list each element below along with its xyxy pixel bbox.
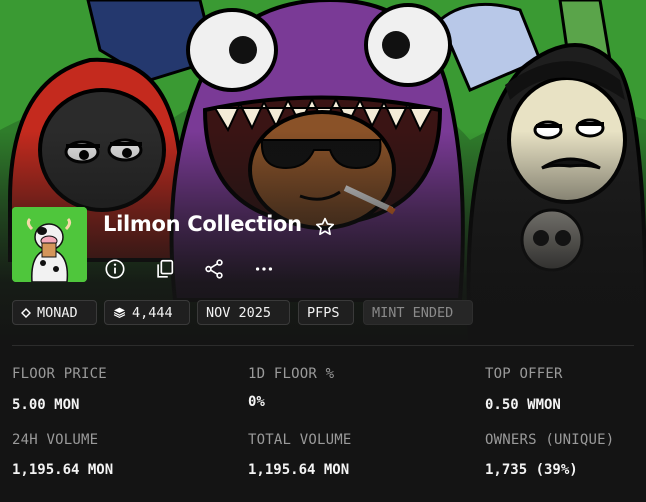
collection-avatar bbox=[12, 207, 87, 282]
supply-tag-label: 4,444 bbox=[132, 304, 173, 321]
more-options-button[interactable] bbox=[251, 256, 277, 282]
chain-tag[interactable]: MONAD bbox=[12, 300, 97, 325]
volume-24h-label: 24H VOLUME bbox=[12, 432, 99, 448]
owners-value: 1,735 (39%) bbox=[485, 462, 578, 478]
owners-label: OWNERS (UNIQUE) bbox=[485, 432, 615, 448]
share-icon bbox=[205, 259, 223, 279]
floor-price-value: 5.00 MON bbox=[12, 397, 80, 413]
top-offer-label: TOP OFFER bbox=[485, 366, 563, 382]
info-button[interactable] bbox=[102, 256, 128, 282]
supply-tag: 4,444 bbox=[104, 300, 190, 325]
floor-change-label: 1D FLOOR % bbox=[248, 366, 335, 382]
layers-icon bbox=[113, 307, 126, 319]
info-icon bbox=[105, 259, 125, 279]
top-offer-value: 0.50 WMON bbox=[485, 397, 561, 413]
category-tag-label: PFPS bbox=[307, 304, 340, 321]
total-volume-label: TOTAL VOLUME bbox=[248, 432, 352, 448]
floor-price-label: FLOOR PRICE bbox=[12, 366, 107, 382]
diamond-icon bbox=[21, 307, 31, 318]
date-tag-label: NOV 2025 bbox=[206, 304, 272, 321]
more-horizontal-icon bbox=[255, 267, 273, 271]
banner-gradient-overlay bbox=[0, 0, 646, 340]
copy-button[interactable] bbox=[152, 256, 178, 282]
collection-title: Lilmon Collection bbox=[103, 212, 302, 236]
category-tag[interactable]: PFPS bbox=[298, 300, 354, 325]
mint-status-label: MINT ENDED bbox=[372, 304, 454, 321]
total-volume-value: 1,195.64 MON bbox=[248, 462, 350, 478]
section-divider bbox=[12, 345, 634, 346]
mint-status-tag: MINT ENDED bbox=[363, 300, 473, 325]
chain-tag-label: MONAD bbox=[37, 304, 78, 321]
share-button[interactable] bbox=[201, 256, 227, 282]
cow-avatar-icon bbox=[12, 207, 87, 282]
volume-24h-value: 1,195.64 MON bbox=[12, 462, 114, 478]
copy-icon bbox=[157, 259, 174, 278]
star-outline-icon bbox=[315, 217, 335, 236]
collection-banner bbox=[0, 0, 646, 340]
favorite-button[interactable] bbox=[314, 216, 336, 238]
date-tag: NOV 2025 bbox=[197, 300, 290, 325]
floor-change-value: 0% bbox=[248, 394, 265, 410]
